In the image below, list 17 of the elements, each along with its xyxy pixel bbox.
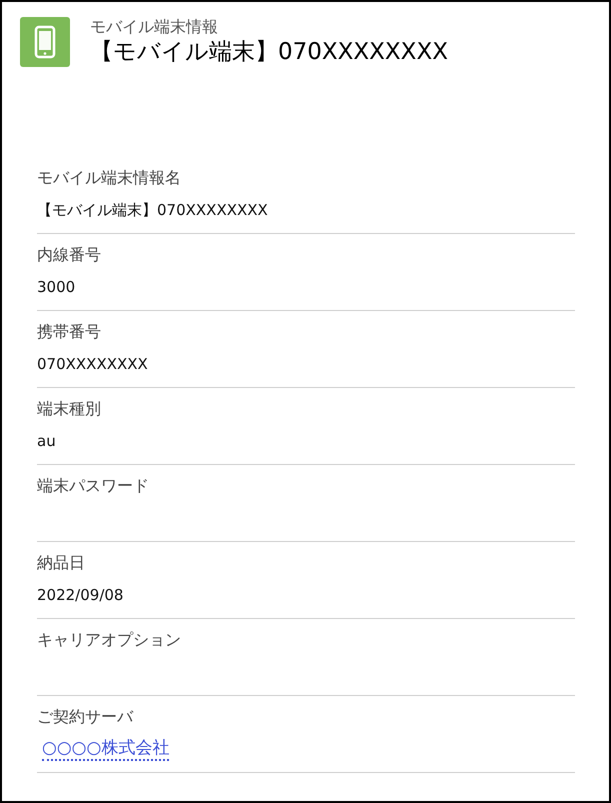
field-label: 内線番号 [37,244,101,266]
field-value: 070XXXXXXXX [37,354,148,374]
company-link[interactable]: ○○○○株式会社 [42,737,170,761]
mobile-phone-icon [20,17,70,67]
field-value: 3000 [37,277,76,297]
field-value: au [37,431,56,451]
field-label: 端末種別 [37,398,101,420]
field-value: 【モバイル端末】070XXXXXXXX [37,200,268,220]
field-label: ご契約サーバ [37,706,133,728]
field-label: キャリアオプション [37,629,181,651]
record-title: 【モバイル端末】070XXXXXXXX [90,38,448,67]
field-label: 携帯番号 [37,321,101,343]
field-label: 端末パスワード [37,475,149,497]
field-label: 納品日 [37,552,85,574]
object-type-label: モバイル端末情報 [90,17,219,37]
field-value: 2022/09/08 [37,585,124,605]
field-label: モバイル端末情報名 [37,167,181,189]
